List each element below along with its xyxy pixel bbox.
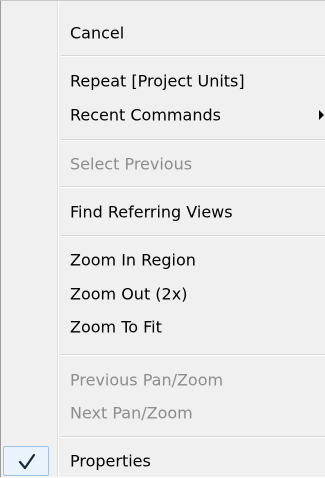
menu-item-label: Recent Commands [70, 105, 221, 125]
menu-item-label: Next Pan/Zoom [70, 403, 193, 423]
menu-item-zoom-to-fit[interactable]: Zoom To Fit [1, 310, 325, 344]
menu-item-repeat-project-units[interactable]: Repeat [Project Units] [1, 64, 325, 98]
menu-item-label: Zoom In Region [70, 250, 196, 270]
menu-item-find-referring-views[interactable]: Find Referring Views [1, 195, 325, 229]
menu-separator [61, 436, 325, 438]
menu-separator [61, 186, 325, 188]
menu-item-cancel[interactable]: Cancel [1, 16, 325, 50]
check-highlight [3, 446, 49, 476]
menu-item-zoom-in-region[interactable]: Zoom In Region [1, 243, 325, 277]
menu-item-label: Cancel [70, 23, 125, 43]
menu-item-label: Find Referring Views [70, 202, 233, 222]
menu-item-next-pan-zoom[interactable]: Next Pan/Zoom [1, 396, 325, 430]
check-icon [18, 453, 36, 470]
menu-item-label: Select Previous [70, 154, 193, 174]
menu-item-label: Previous Pan/Zoom [70, 370, 224, 390]
chevron-right-icon [319, 110, 324, 120]
menu-item-label: Zoom To Fit [70, 317, 162, 337]
menu-separator [61, 354, 325, 356]
menu-item-previous-pan-zoom[interactable]: Previous Pan/Zoom [1, 363, 325, 397]
menu-item-recent-commands[interactable]: Recent Commands [1, 98, 325, 132]
menu-item-label: Properties [70, 451, 151, 471]
context-menu: Cancel Repeat [Project Units] Recent Com… [0, 0, 325, 477]
menu-separator [61, 139, 325, 141]
menu-item-label: Repeat [Project Units] [70, 71, 245, 91]
menu-item-properties[interactable]: Properties [1, 444, 325, 478]
menu-item-zoom-out-2x[interactable]: Zoom Out (2x) [1, 277, 325, 311]
menu-separator [61, 55, 325, 57]
menu-item-label: Zoom Out (2x) [70, 284, 188, 304]
menu-item-select-previous[interactable]: Select Previous [1, 147, 325, 181]
menu-separator [61, 235, 325, 237]
